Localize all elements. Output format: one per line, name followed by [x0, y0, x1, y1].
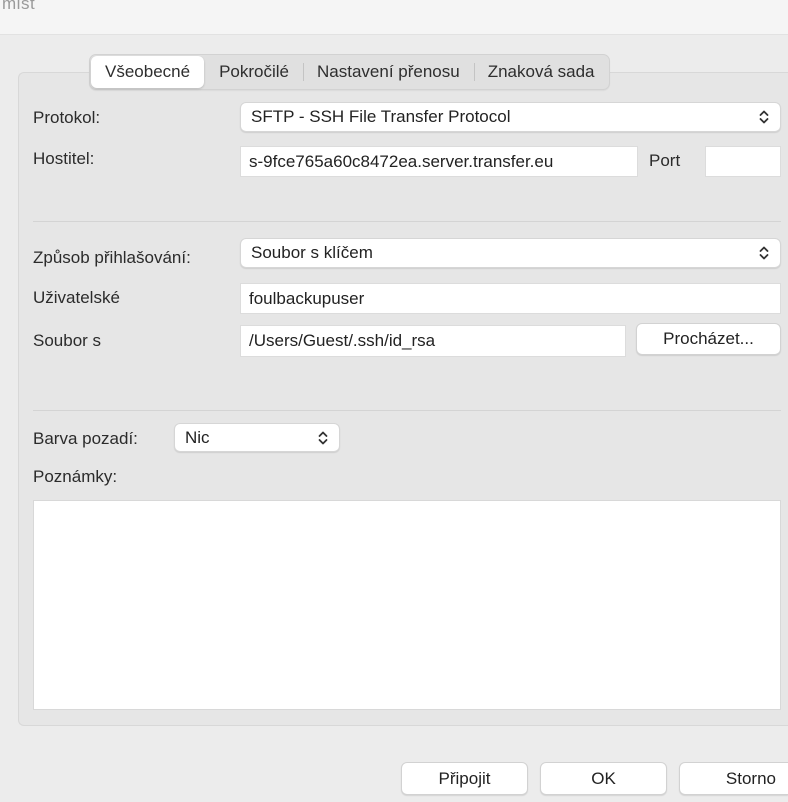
section-divider: [33, 410, 781, 411]
bgcolor-select[interactable]: Nic: [174, 423, 340, 452]
browse-button[interactable]: Procházet...: [636, 323, 781, 355]
chevron-up-down-icon: [318, 431, 328, 444]
user-input[interactable]: foulbackupuser: [240, 283, 781, 314]
host-label: Hostitel:: [33, 149, 95, 168]
notes-textarea[interactable]: [33, 500, 781, 710]
protocol-select[interactable]: SFTP - SSH File Transfer Protocol: [240, 102, 781, 132]
keyfile-label: Soubor s: [33, 331, 102, 350]
chevron-up-down-icon: [759, 110, 769, 124]
bgcolor-label: Barva pozadí:: [33, 429, 138, 448]
title-bar: mist: [0, 0, 788, 35]
connection-dialog: mist Všeobecné Pokročilé Nastavení přeno…: [0, 0, 788, 802]
tab-charset[interactable]: Znaková sada: [473, 55, 609, 89]
login-method-label: Způsob přihlašování:: [33, 248, 191, 267]
tab-transfer-settings[interactable]: Nastavení přenosu: [303, 55, 474, 89]
port-label: Port: [649, 151, 681, 170]
protocol-value: SFTP - SSH File Transfer Protocol: [251, 107, 511, 126]
tab-general[interactable]: Všeobecné: [91, 56, 205, 88]
window-title: mist: [2, 0, 36, 13]
host-input[interactable]: s-9fce765a60c8472ea.server.transfer.eu: [240, 146, 638, 177]
section-divider: [33, 221, 781, 222]
chevron-up-down-icon: [759, 246, 769, 260]
tab-advanced[interactable]: Pokročilé: [205, 55, 303, 89]
keyfile-input[interactable]: /Users/Guest/.ssh/id_rsa: [240, 325, 626, 357]
port-input[interactable]: [705, 146, 781, 177]
login-method-select[interactable]: Soubor s klíčem: [240, 238, 781, 268]
login-method-value: Soubor s klíčem: [251, 243, 373, 262]
ok-button[interactable]: OK: [540, 762, 667, 795]
protocol-label: Protokol:: [33, 108, 101, 127]
notes-label: Poznámky:: [33, 467, 118, 486]
connect-button[interactable]: Připojit: [401, 762, 528, 795]
bgcolor-value: Nic: [185, 427, 210, 447]
cancel-button[interactable]: Storno: [679, 762, 788, 795]
user-label: Uživatelské: [33, 288, 120, 307]
tab-bar: Všeobecné Pokročilé Nastavení přenosu Zn…: [89, 54, 610, 90]
